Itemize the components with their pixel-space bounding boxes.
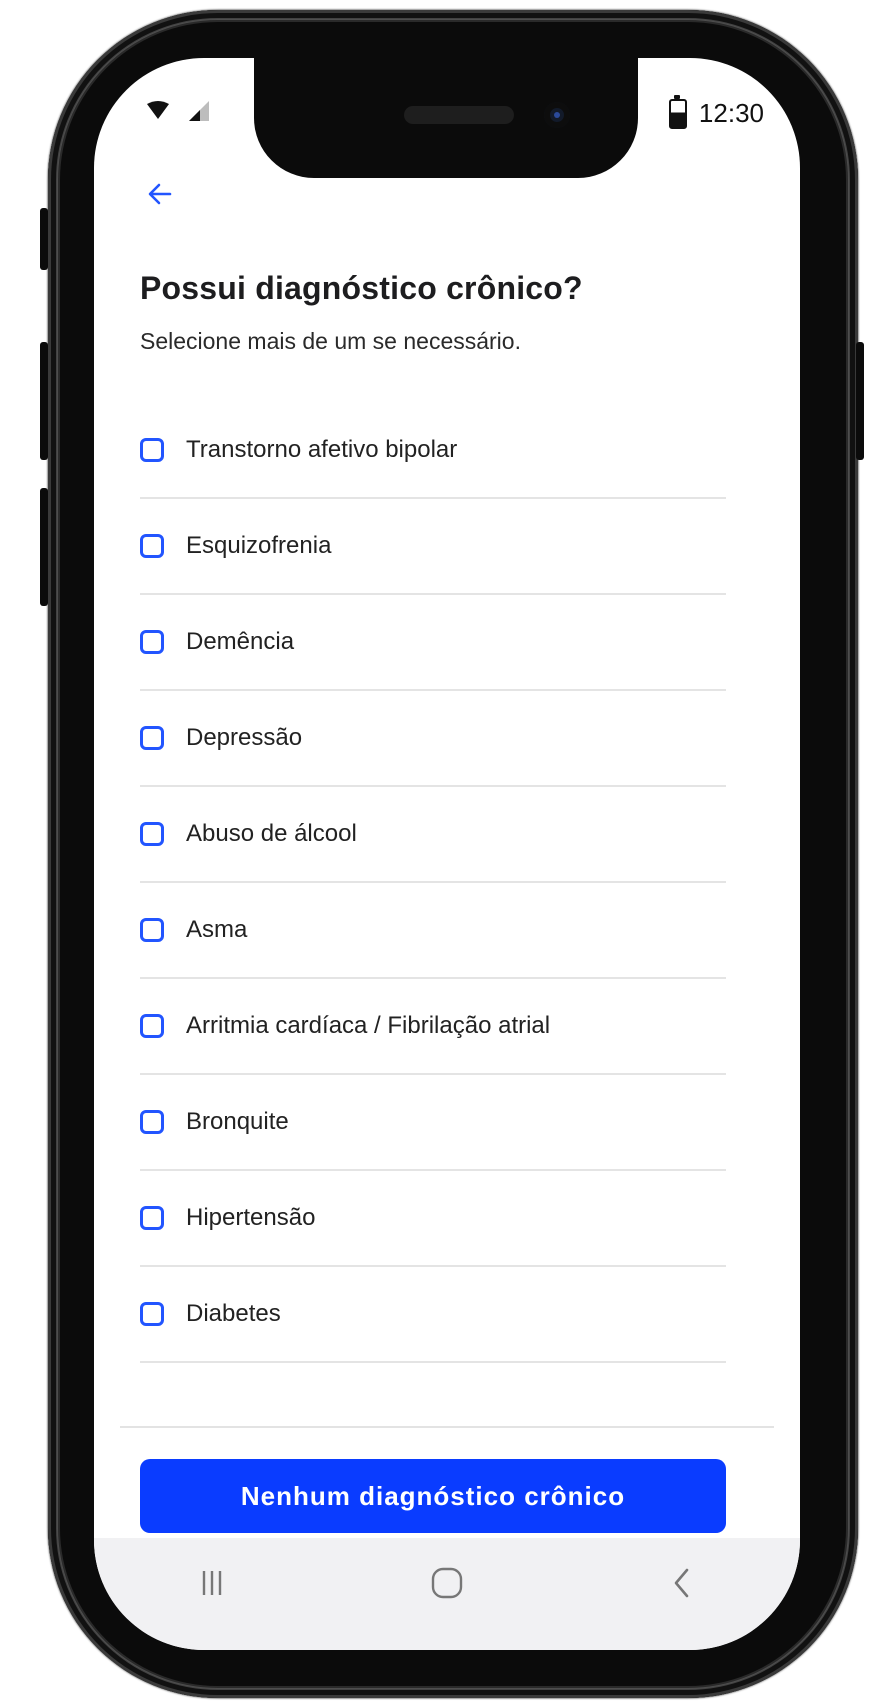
side-button-volume-up — [40, 342, 48, 460]
recent-apps-icon[interactable] — [182, 1558, 242, 1608]
diagnosis-options-list: Transtorno afetivo bipolar Esquizofrenia… — [140, 403, 726, 1363]
phone-screen: 12:30 Possui diagnóstico crônico? Seleci… — [94, 58, 800, 1650]
side-button-volume-down — [40, 488, 48, 606]
back-button[interactable] — [140, 176, 180, 216]
home-icon[interactable] — [417, 1558, 477, 1608]
signal-icon — [188, 100, 210, 127]
checkbox[interactable] — [140, 726, 164, 750]
side-button-silent — [40, 208, 48, 270]
option-abuso-alcool[interactable]: Abuso de álcool — [140, 787, 726, 883]
no-diagnosis-button[interactable]: Nenhum diagnóstico crônico — [140, 1459, 726, 1533]
option-label: Hipertensão — [186, 1204, 316, 1231]
checkbox[interactable] — [140, 1110, 164, 1134]
status-time: 12:30 — [698, 98, 764, 128]
wifi-icon — [146, 101, 170, 126]
front-camera — [544, 102, 570, 128]
speaker-grille — [404, 106, 514, 124]
checkbox[interactable] — [140, 918, 164, 942]
option-label: Diabetes — [186, 1300, 281, 1327]
page-subtitle: Selecione mais de um se necessário. — [140, 328, 521, 354]
option-hipertensao[interactable]: Hipertensão — [140, 1171, 726, 1267]
notch — [254, 58, 638, 178]
option-label: Abuso de álcool — [186, 820, 357, 847]
checkbox[interactable] — [140, 1014, 164, 1038]
option-label: Esquizofrenia — [186, 532, 332, 559]
option-bipolar[interactable]: Transtorno afetivo bipolar — [140, 403, 726, 499]
option-arritmia[interactable]: Arritmia cardíaca / Fibrilação atrial — [140, 979, 726, 1075]
checkbox[interactable] — [140, 822, 164, 846]
checkbox[interactable] — [140, 438, 164, 462]
option-label: Asma — [186, 916, 248, 943]
status-icons-right: 12:30 — [668, 94, 764, 129]
checkbox[interactable] — [140, 1302, 164, 1326]
option-label: Transtorno afetivo bipolar — [186, 436, 458, 463]
checkbox[interactable] — [140, 630, 164, 654]
checkbox[interactable] — [140, 534, 164, 558]
page-title: Possui diagnóstico crônico? — [140, 270, 583, 306]
option-demencia[interactable]: Demência — [140, 595, 726, 691]
option-esquizofrenia[interactable]: Esquizofrenia — [140, 499, 726, 595]
option-depressao[interactable]: Depressão — [140, 691, 726, 787]
back-icon[interactable] — [652, 1558, 712, 1608]
battery-icon — [668, 94, 687, 129]
arrow-left-icon — [147, 181, 173, 212]
option-label: Depressão — [186, 724, 303, 751]
status-icons-left — [146, 100, 210, 127]
side-button-power — [856, 342, 864, 460]
footer-divider — [120, 1426, 774, 1428]
checkbox[interactable] — [140, 1206, 164, 1230]
option-label: Demência — [186, 628, 295, 655]
option-bronquite[interactable]: Bronquite — [140, 1075, 726, 1171]
option-asma[interactable]: Asma — [140, 883, 726, 979]
option-diabetes[interactable]: Diabetes — [140, 1267, 726, 1363]
option-label: Arritmia cardíaca / Fibrilação atrial — [186, 1012, 551, 1039]
option-label: Bronquite — [186, 1108, 289, 1135]
system-navigation-bar — [94, 1538, 800, 1650]
